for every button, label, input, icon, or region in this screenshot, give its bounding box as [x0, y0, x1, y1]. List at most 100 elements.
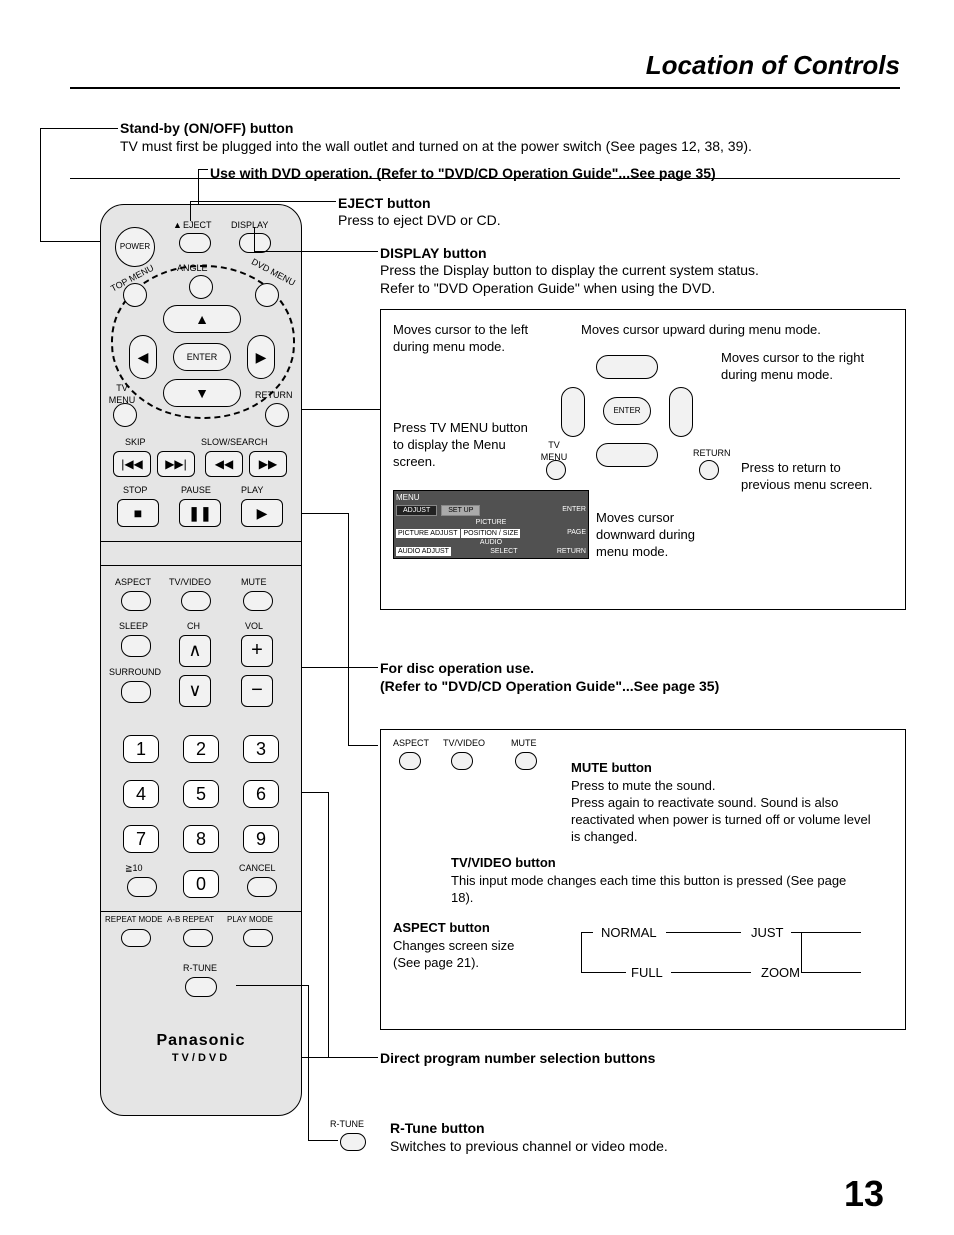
menu-position-size: POSITION / SIZE	[461, 529, 520, 538]
num-5-button[interactable]: 5	[183, 780, 219, 808]
num-4-button[interactable]: 4	[123, 780, 159, 808]
ch-up-button[interactable]: ∧	[179, 635, 211, 667]
num-7-button[interactable]: 7	[123, 825, 159, 853]
sleep-button[interactable]	[121, 635, 151, 657]
aspect-l1: Changes screen size	[393, 938, 553, 955]
pause-button[interactable]: ❚❚	[179, 499, 221, 527]
ch-down-button[interactable]: ∨	[179, 675, 211, 707]
tvvideo-button[interactable]	[181, 591, 211, 611]
dpad-left-icon	[561, 387, 585, 437]
cycle-just: JUST	[751, 925, 784, 942]
return-button[interactable]	[265, 403, 289, 427]
tvmenu-text: Press TV MENU button to display the Menu…	[393, 420, 533, 471]
dpad-down[interactable]: ▼	[163, 379, 241, 407]
skip-next-button[interactable]: ▶▶|	[157, 451, 195, 477]
aspect-label: ASPECT	[115, 577, 151, 589]
power-button[interactable]: POWER	[115, 227, 155, 267]
menu-title: MENU	[396, 493, 586, 503]
angle-button[interactable]	[189, 275, 213, 299]
tvvideo-heading: TV/VIDEO button	[451, 855, 556, 872]
dpad-left[interactable]: ◀	[129, 335, 157, 379]
skip-prev-button[interactable]: |◀◀	[113, 451, 151, 477]
aspect-button[interactable]	[121, 591, 151, 611]
cursor-right-text: Moves cursor to the right during menu mo…	[721, 350, 881, 384]
mute-mini-icon	[515, 752, 537, 770]
enter-button[interactable]: ENTER	[173, 343, 231, 371]
num-3-button[interactable]: 3	[243, 735, 279, 763]
abrepeat-button[interactable]	[183, 929, 213, 947]
mute-label: MUTE	[241, 577, 267, 589]
dpad-up[interactable]: ▲	[163, 305, 241, 333]
aspect-box: ASPECT TV/VIDEO MUTE MUTE button Press t…	[380, 729, 906, 1030]
dvdmenu-button[interactable]	[255, 283, 279, 307]
direct-program-heading: Direct program number selection buttons	[380, 1049, 655, 1067]
cycle-zoom: ZOOM	[761, 965, 800, 982]
return-label: RETURN	[255, 390, 293, 402]
return-text: Press to return to previous menu screen.	[741, 460, 881, 494]
menu-audio: AUDIO	[396, 538, 586, 547]
rtune-text: Switches to previous channel or video mo…	[390, 1137, 668, 1155]
enter-icon: ENTER	[603, 397, 651, 425]
cycle-full: FULL	[631, 965, 663, 982]
return-small-icon	[699, 460, 719, 480]
num-6-button[interactable]: 6	[243, 780, 279, 808]
mute-small: MUTE	[511, 738, 537, 750]
menu-picture-adjust: PICTURE ADJUST	[396, 529, 460, 538]
play-button[interactable]: ▶	[241, 499, 283, 527]
mute-button[interactable]	[243, 591, 273, 611]
num-8-button[interactable]: 8	[183, 825, 219, 853]
standby-text: TV must first be plugged into the wall o…	[120, 137, 840, 155]
num-0-button[interactable]: 0	[183, 870, 219, 898]
surround-button[interactable]	[121, 681, 151, 703]
display-button[interactable]	[239, 233, 271, 253]
dpad-up-icon	[596, 355, 658, 379]
aspect-small: ASPECT	[393, 738, 429, 750]
playmode-label: PLAY MODE	[227, 915, 273, 925]
eject-button[interactable]	[179, 233, 211, 253]
tvvideo-mini-icon	[451, 752, 473, 770]
rtune-label: R-TUNE	[183, 963, 217, 975]
return-small-label: RETURN	[693, 448, 731, 460]
topmenu-button[interactable]	[123, 283, 147, 307]
menu-enter-hint: ENTER	[562, 506, 586, 513]
playmode-button[interactable]	[243, 929, 273, 947]
display-text1: Press the Display button to display the …	[380, 261, 860, 279]
angle-label: ANGLE	[177, 263, 208, 275]
cancel-button[interactable]	[247, 877, 277, 897]
vol-up-button[interactable]: +	[241, 635, 273, 667]
sleep-label: SLEEP	[119, 621, 148, 633]
brand-label: Panasonic	[101, 1031, 301, 1052]
tvvideo-text: This input mode changes each time this b…	[451, 873, 871, 907]
eject-text: Press to eject DVD or CD.	[338, 211, 501, 229]
surround-label: SURROUND	[109, 667, 161, 679]
aspect-heading: ASPECT button	[393, 920, 490, 937]
mute-l1: Press to mute the sound.	[571, 778, 881, 795]
num-9-button[interactable]: 9	[243, 825, 279, 853]
rtune-button[interactable]	[185, 977, 217, 997]
dpad-down-icon	[596, 443, 658, 467]
menu-adjust-tab: ADJUST	[396, 505, 437, 516]
menu-setup-tab: SET UP	[441, 505, 480, 516]
menu-audio-adjust: AUDIO ADJUST	[396, 547, 451, 556]
gte10-label: ≧10	[125, 863, 143, 875]
remote-control: POWER ▲ EJECT DISPLAY TOP MENU ANGLE DVD…	[100, 204, 302, 1116]
num-1-button[interactable]: 1	[123, 735, 159, 763]
rtune-heading: R-Tune button	[390, 1119, 485, 1137]
repeatmode-button[interactable]	[121, 929, 151, 947]
dpad-right[interactable]: ▶	[247, 335, 275, 379]
gte10-button[interactable]	[127, 877, 157, 897]
stop-button[interactable]: ■	[117, 499, 159, 527]
mute-l2: Press again to reactivate sound. Sound i…	[571, 795, 881, 846]
display-heading: DISPLAY button	[380, 244, 487, 262]
dvd-note: Use with DVD operation. (Refer to "DVD/C…	[210, 164, 830, 182]
slow-rev-button[interactable]: ◀◀	[205, 451, 243, 477]
stop-label: STOP	[123, 485, 147, 497]
num-2-button[interactable]: 2	[183, 735, 219, 763]
tvmenu-button[interactable]	[113, 403, 137, 427]
slow-fwd-button[interactable]: ▶▶	[249, 451, 287, 477]
vol-down-button[interactable]: −	[241, 675, 273, 707]
cursor-box: Moves cursor to the left during menu mod…	[380, 309, 906, 610]
disc-note-line2: (Refer to "DVD/CD Operation Guide"...See…	[380, 677, 719, 695]
menu-picture: PICTURE	[396, 518, 586, 527]
display-text2: Refer to "DVD Operation Guide" when usin…	[380, 279, 860, 297]
